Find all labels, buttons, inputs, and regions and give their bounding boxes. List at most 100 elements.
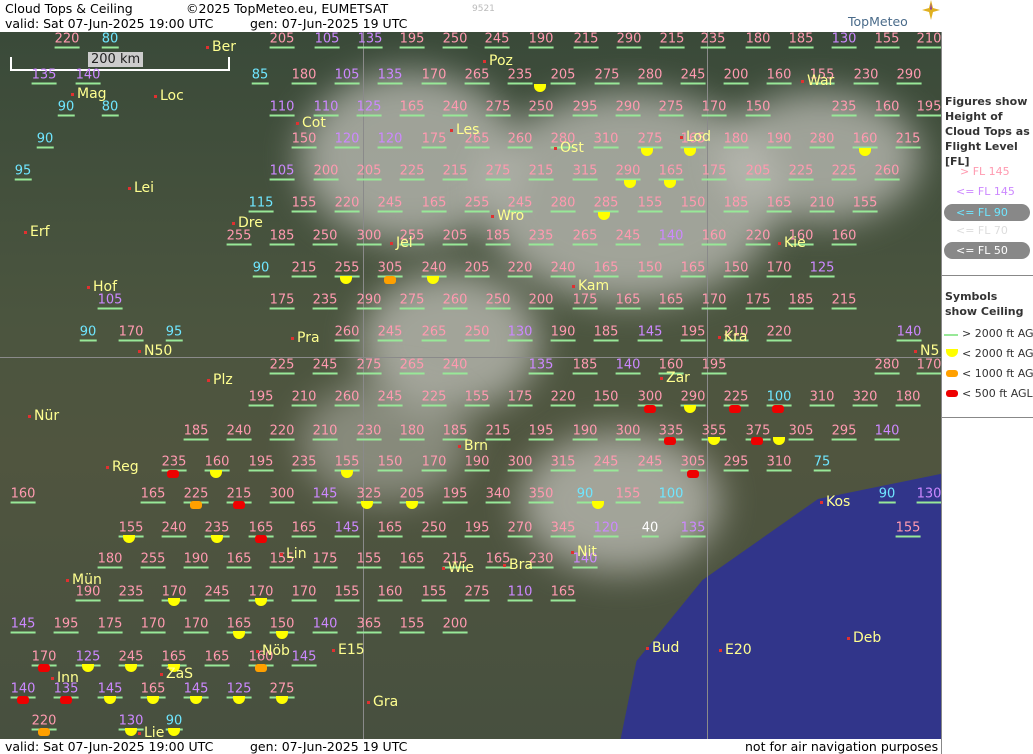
flight-level-value: 160 <box>874 99 900 117</box>
flight-level-value: 240 <box>421 260 447 278</box>
flight-level-value: 240 <box>226 423 252 441</box>
city-label: Ost <box>554 140 584 156</box>
flight-level-value: 165 <box>550 584 576 602</box>
ceiling-symbol <box>534 84 546 92</box>
flight-level-value: 170 <box>248 584 274 602</box>
flight-level-value: 275 <box>485 99 511 117</box>
flight-level-value: 280 <box>637 67 663 85</box>
flight-level-value: 155 <box>356 551 382 569</box>
ceiling-symbol <box>38 664 50 672</box>
flight-level-value: 280 <box>550 195 576 213</box>
flight-level-value: 75 <box>813 454 831 472</box>
city-label: War <box>800 73 835 89</box>
flight-level-value: 265 <box>399 357 425 375</box>
flight-level-value: 145 <box>97 681 123 699</box>
flight-level-value: 215 <box>573 32 599 49</box>
flight-level-value: 205 <box>269 32 295 49</box>
flight-level-value: 200 <box>528 292 554 310</box>
flight-level-value: 245 <box>377 195 403 213</box>
flight-level-value: 155 <box>874 32 900 49</box>
city-label: Lin <box>280 546 307 562</box>
air-nav-disclaimer: not for air navigation purposes <box>745 739 939 754</box>
flight-level-value: 230 <box>853 67 879 85</box>
flight-level-value: 225 <box>399 163 425 181</box>
ceiling-symbol <box>255 664 267 672</box>
flight-level-value: 245 <box>118 649 144 667</box>
flight-level-value: 230 <box>356 423 382 441</box>
city-label: Mag <box>71 86 107 102</box>
flight-level-value: 145 <box>637 324 663 342</box>
flight-level-value: 320 <box>852 389 878 407</box>
flight-level-value: 235 <box>507 67 533 85</box>
ceiling-line-icon <box>944 334 958 336</box>
flight-level-value: 210 <box>291 389 317 407</box>
flight-level-value: 195 <box>53 616 79 634</box>
flight-level-value: 165 <box>658 163 684 181</box>
flight-level-value: 170 <box>701 99 727 117</box>
flight-level-value: 145 <box>10 616 36 634</box>
city-label: Nür <box>27 408 60 424</box>
flight-level-value: 180 <box>291 67 317 85</box>
flight-level-value: 290 <box>616 32 642 49</box>
flight-level-value: 170 <box>118 324 144 342</box>
flight-level-value: 205 <box>356 163 382 181</box>
flight-level-value: 275 <box>594 67 620 85</box>
flight-level-value: 155 <box>615 486 641 504</box>
city-label: Jel <box>390 235 413 251</box>
flight-level-value: 170 <box>766 260 792 278</box>
flight-level-value: 235 <box>161 454 187 472</box>
city-label: Wie <box>441 560 475 576</box>
city-label: E20 <box>719 642 752 658</box>
flight-level-value: 265 <box>464 67 490 85</box>
city-label: Bra <box>503 557 533 573</box>
city-label: Kra <box>718 329 748 345</box>
flight-level-value: 120 <box>593 520 619 538</box>
ceiling-symbol <box>233 696 245 704</box>
ceiling-symbol <box>233 631 245 639</box>
flight-level-value: 245 <box>377 389 403 407</box>
flight-level-value: 195 <box>442 486 468 504</box>
generated-time: gen: 07-Jun-2025 19 UTC <box>250 16 408 31</box>
flight-level-value: 315 <box>572 163 598 181</box>
flight-level-value: 245 <box>593 454 619 472</box>
flight-level-value: 105 <box>269 163 295 181</box>
flight-level-value: 290 <box>680 389 706 407</box>
flight-level-value: 130 <box>916 486 941 504</box>
flight-level-value: 165 <box>399 551 425 569</box>
flight-level-value: 260 <box>442 292 468 310</box>
flight-level-value: 300 <box>637 389 663 407</box>
flight-level-value: 195 <box>916 99 941 117</box>
legend-ceiling-2: < 2000 ft AGL <box>962 347 1033 360</box>
flight-level-value: 220 <box>766 324 792 342</box>
flight-level-value: 90 <box>252 260 270 278</box>
flight-level-value: 170 <box>421 454 447 472</box>
satellite-map[interactable]: 200 km 220 80 205 105 135 195 250 245 190 215 290 2… <box>0 32 941 739</box>
header-bar: Cloud Tops & Ceiling ©2025 TopMeteo.eu, … <box>0 0 941 32</box>
flight-level-value: 280 <box>874 357 900 375</box>
flight-level-value: 255 <box>464 195 490 213</box>
flight-level-value: 140 <box>75 67 101 85</box>
flight-level-value: 90 <box>165 713 183 731</box>
flight-level-value: 150 <box>745 99 771 117</box>
flight-level-value: 215 <box>831 292 857 310</box>
flight-level-value: 225 <box>421 389 447 407</box>
flight-level-value: 220 <box>269 423 295 441</box>
flight-level-value: 260 <box>507 131 533 149</box>
legend-level-3: <= FL 90 <box>944 204 1030 221</box>
flight-level-value: 155 <box>637 195 663 213</box>
flight-level-value: 165 <box>421 195 447 213</box>
flight-level-value: 355 <box>701 423 727 441</box>
flight-level-value: 150 <box>723 260 749 278</box>
flight-level-value: 290 <box>356 292 382 310</box>
city-label: Nöb <box>256 643 290 659</box>
topmeteo-logo[interactable]: TopMeteo <box>848 14 908 29</box>
flight-level-value: 105 <box>334 67 360 85</box>
flight-level-value: 90 <box>36 131 54 149</box>
flight-level-value: 120 <box>334 131 360 149</box>
flight-level-value: 145 <box>334 520 360 538</box>
flight-level-value: 165 <box>485 551 511 569</box>
flight-level-value: 265 <box>572 228 598 246</box>
flight-level-value: 215 <box>485 423 511 441</box>
flight-level-value: 215 <box>895 131 921 149</box>
flight-level-value: 165 <box>226 616 252 634</box>
